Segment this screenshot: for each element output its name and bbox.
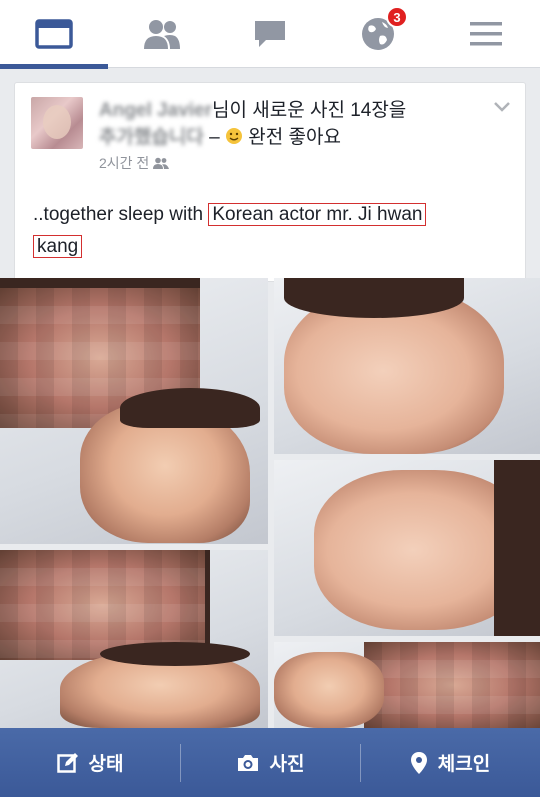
feeling-text: 완전 좋아요 <box>248 127 341 148</box>
edit-status-icon <box>56 752 78 773</box>
checkin-label: 체크인 <box>437 754 491 775</box>
tab-news-feed[interactable] <box>0 0 108 69</box>
highlight-box-1: Korean actor mr. Ji hwan <box>208 203 427 226</box>
menu-icon <box>470 22 502 46</box>
post-photo-1[interactable] <box>0 278 268 544</box>
post-meta: 2시간 전 <box>99 153 170 173</box>
messages-icon <box>255 21 285 47</box>
camera-icon <box>237 754 258 771</box>
location-pin-icon <box>410 751 427 774</box>
action-text-2: 추가했습니다 <box>99 127 204 148</box>
notification-badge: 3 <box>386 6 408 28</box>
action-text: 님이 새로운 사진 14장을 <box>212 100 407 121</box>
post-time[interactable]: 2시간 전 <box>99 153 149 173</box>
post-photo-3[interactable] <box>274 460 540 636</box>
dash: – <box>203 127 226 148</box>
top-nav: 3 <box>0 0 540 69</box>
status-button[interactable]: 상태 <box>0 728 180 797</box>
tab-friends[interactable] <box>108 0 216 68</box>
post-body: ..together sleep with Korean actor mr. J… <box>33 199 503 263</box>
photo-button[interactable]: 사진 <box>180 728 360 797</box>
post-photo-2[interactable] <box>274 278 540 454</box>
post-header: Angel Javier님이 새로운 사진 14장을 추가했습니다 – 완전 좋… <box>99 97 489 151</box>
tab-notifications[interactable]: 3 <box>324 0 432 68</box>
tab-menu[interactable] <box>432 0 540 68</box>
highlight-box-2: kang <box>33 235 83 258</box>
post-card: Angel Javier님이 새로운 사진 14장을 추가했습니다 – 완전 좋… <box>14 82 526 282</box>
smiley-icon <box>226 128 243 144</box>
friends-icon <box>144 20 180 49</box>
status-label: 상태 <box>88 754 124 775</box>
post-photo-4[interactable] <box>0 550 268 728</box>
photo-label: 사진 <box>269 754 305 775</box>
checkin-button[interactable]: 체크인 <box>360 728 540 797</box>
friends-privacy-icon <box>153 157 170 169</box>
tab-messages[interactable] <box>216 0 324 68</box>
author-name[interactable]: Angel Javier <box>99 100 212 121</box>
composer-bar: 상태 사진 체크인 <box>0 728 540 797</box>
chevron-down-icon[interactable] <box>493 101 511 113</box>
post-photo-5[interactable] <box>274 642 540 728</box>
post-body-text: ..together sleep with <box>33 204 209 225</box>
author-avatar[interactable] <box>31 97 83 149</box>
news-feed-icon <box>35 19 73 49</box>
